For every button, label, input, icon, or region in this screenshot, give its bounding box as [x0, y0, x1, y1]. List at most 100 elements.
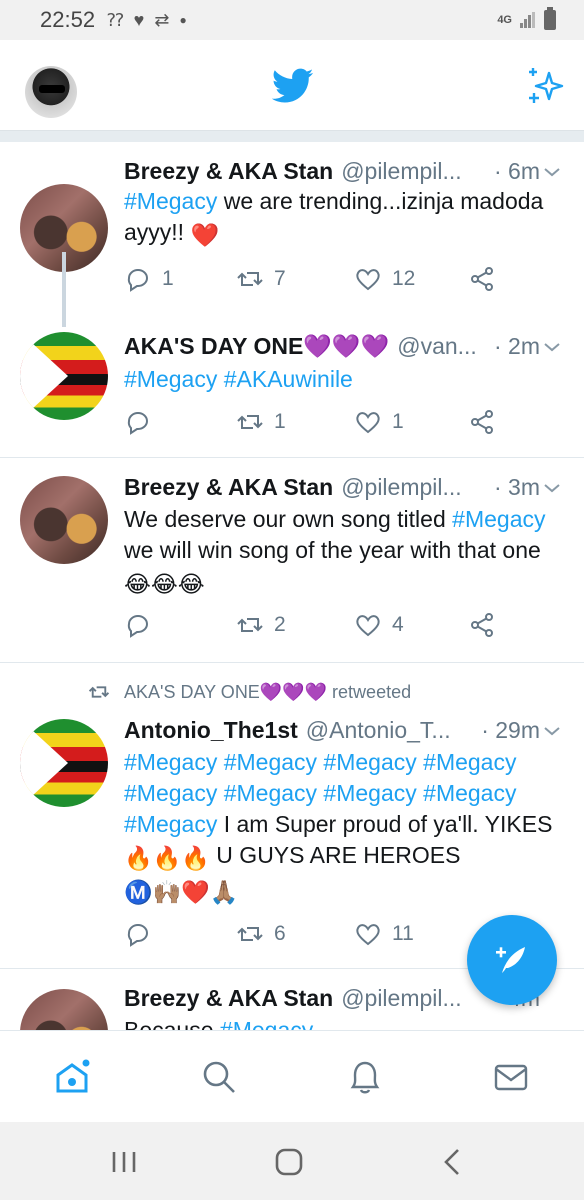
sparkle-icon[interactable]	[525, 65, 565, 105]
tweet-actions: 6 11	[124, 920, 504, 952]
tweet-header: Breezy & AKA Stan @pilempil... · 3m	[124, 474, 540, 501]
avatar[interactable]	[20, 476, 108, 564]
like-button[interactable]: 11	[354, 920, 414, 948]
retweet-icon	[237, 927, 263, 941]
heart-icon	[356, 412, 380, 434]
like-button[interactable]: 4	[354, 611, 404, 639]
handle: @pilempil...	[341, 158, 462, 184]
share-button[interactable]	[468, 408, 496, 436]
retweet-count: 1	[274, 410, 286, 433]
back-icon[interactable]	[437, 1146, 469, 1178]
retweet-icon	[237, 415, 263, 429]
twitter-bird-icon	[272, 68, 314, 103]
like-button[interactable]: 12	[354, 265, 415, 293]
app-bar	[0, 40, 584, 130]
like-button[interactable]: 1	[354, 408, 404, 436]
display-name[interactable]: Breezy & AKA Stan	[124, 474, 333, 501]
handle: @pilempil...	[341, 985, 462, 1011]
like-count: 12	[392, 267, 416, 290]
system-icons: 4G	[497, 7, 556, 30]
tweet-actions: 1 1	[124, 408, 504, 440]
recent-apps-icon[interactable]	[108, 1146, 140, 1178]
avatar[interactable]	[20, 332, 108, 420]
retweet-icon	[237, 272, 263, 286]
dot-icon: ●	[179, 13, 187, 27]
chevron-down-icon[interactable]	[542, 478, 562, 498]
hashtag[interactable]: #Megacy	[124, 188, 217, 214]
hashtag[interactable]: #Megacy	[124, 366, 217, 392]
share-button[interactable]	[468, 265, 496, 293]
reply-button[interactable]: 1	[124, 265, 174, 293]
bottom-nav	[0, 1030, 584, 1122]
retweet-button[interactable]: 1	[236, 408, 286, 436]
avatar[interactable]	[20, 989, 108, 1030]
reply-icon	[127, 269, 148, 292]
search-icon[interactable]	[199, 1057, 239, 1097]
status-bar: 22:52 ⁇ ♥ ⇄ ● 4G	[0, 0, 584, 40]
tweet[interactable]: Breezy & AKA Stan @pilempil... · 3m We d…	[0, 458, 584, 662]
network-type: 4G	[497, 14, 512, 26]
tweet-header: Antonio_The1st @Antonio_T... · 29m	[124, 717, 540, 744]
clock: 22:52	[40, 7, 96, 32]
heart-icon: ♥	[133, 9, 145, 30]
retweet-button[interactable]: 7	[236, 265, 286, 293]
share-icon	[471, 267, 493, 291]
reply-count: 1	[162, 267, 174, 290]
like-count: 4	[392, 613, 404, 636]
text-segment: U GUYS ARE HEROES	[209, 842, 461, 868]
notifications-icon[interactable]	[345, 1057, 385, 1097]
reply-icon	[127, 615, 148, 638]
chevron-down-icon[interactable]	[542, 162, 562, 182]
home-button-icon[interactable]	[273, 1146, 305, 1178]
timestamp: · 3m	[494, 474, 540, 500]
reply-button[interactable]	[124, 611, 162, 639]
retweet-count: 2	[274, 613, 286, 636]
display-name[interactable]: Antonio_The1st	[124, 717, 298, 744]
retweet-note-text[interactable]: AKA'S DAY ONE💜💜💜 retweeted	[124, 682, 411, 703]
text-segment: Because	[124, 1017, 220, 1030]
chevron-down-icon[interactable]	[542, 337, 562, 357]
reply-button[interactable]	[124, 408, 162, 436]
retweet-button[interactable]: 2	[236, 611, 286, 639]
retweet-note: AKA'S DAY ONE💜💜💜 retweeted	[88, 681, 411, 703]
wifi-call-icon: ⁇	[107, 9, 124, 30]
hashtag[interactable]: #Megacy	[452, 506, 545, 532]
heart-icon	[356, 269, 380, 291]
tweet[interactable]: Breezy & AKA Stan @pilempil... · 6m #Meg…	[0, 142, 584, 327]
avatar[interactable]	[20, 719, 108, 807]
tweet-actions: 1 7 12	[124, 265, 504, 297]
text-segment: We deserve our own song titled	[124, 506, 453, 532]
timeline-feed[interactable]: Breezy & AKA Stan @pilempil... · 6m #Meg…	[0, 142, 584, 1030]
signal-icon	[520, 12, 536, 28]
hashtag[interactable]: #Megacy	[220, 1017, 313, 1030]
display-name[interactable]: Breezy & AKA Stan	[124, 985, 333, 1012]
retweet-icon	[88, 686, 110, 698]
hashtag[interactable]: #AKAuwinile	[224, 366, 353, 392]
share-icon	[471, 410, 493, 434]
heart-icon	[356, 615, 380, 637]
timestamp: · 6m	[494, 158, 540, 184]
share-button[interactable]	[468, 611, 496, 639]
compose-tweet-button[interactable]	[467, 915, 557, 1005]
timestamp: · 29m	[481, 717, 540, 743]
reply-icon	[127, 924, 148, 947]
compose-feather-icon	[496, 947, 525, 973]
retweet-button[interactable]: 6	[236, 920, 286, 948]
display-name[interactable]: Breezy & AKA Stan	[124, 158, 333, 185]
tweet[interactable]: AKA'S DAY ONE💜💜💜 @van... · 2m #Megacy #A…	[0, 327, 584, 457]
home-icon[interactable]	[52, 1057, 92, 1097]
tweet-header: AKA'S DAY ONE💜💜💜 @van... · 2m	[124, 333, 540, 360]
like-count: 11	[392, 922, 414, 945]
tweet-header: Breezy & AKA Stan @pilempil... · 6m	[124, 158, 540, 185]
reply-button[interactable]	[124, 920, 162, 948]
profile-avatar[interactable]	[25, 66, 77, 118]
retweet-icon	[237, 618, 263, 632]
emoji-group: Ⓜ️🙌🏽❤️🙏🏽	[124, 879, 239, 905]
avatar-glasses	[39, 85, 65, 93]
display-name[interactable]: AKA'S DAY ONE💜💜💜	[124, 333, 389, 360]
heart-emoji: ❤️	[190, 222, 220, 248]
messages-icon[interactable]	[491, 1057, 531, 1097]
chevron-down-icon[interactable]	[542, 721, 562, 741]
tweet-text: #Megacy #Megacy #Megacy #Megacy #Megacy …	[124, 747, 554, 908]
retweet-icon: ⇄	[154, 9, 170, 30]
